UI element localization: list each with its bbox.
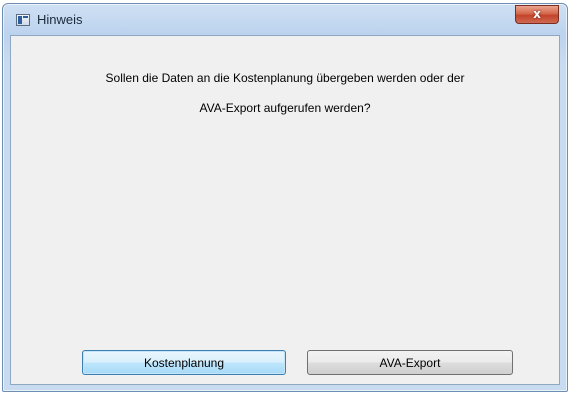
message-line-1: Sollen die Daten an die Kostenplanung üb… xyxy=(105,71,465,85)
message-text: Sollen die Daten an die Kostenplanung üb… xyxy=(31,56,539,131)
close-icon: x xyxy=(533,7,541,21)
kostenplanung-button[interactable]: Kostenplanung xyxy=(82,350,286,375)
dialog-content: Sollen die Daten an die Kostenplanung üb… xyxy=(10,35,560,385)
window-title: Hinweis xyxy=(37,12,83,27)
dialog-window: Hinweis x Sollen die Daten an die Kosten… xyxy=(2,3,568,392)
ava-export-button[interactable]: AVA-Export xyxy=(307,350,513,375)
close-button[interactable]: x xyxy=(515,5,559,24)
application-icon[interactable] xyxy=(16,14,30,26)
message-line-2: AVA-Export aufgerufen werden? xyxy=(199,101,371,115)
title-bar[interactable]: Hinweis x xyxy=(3,4,567,36)
